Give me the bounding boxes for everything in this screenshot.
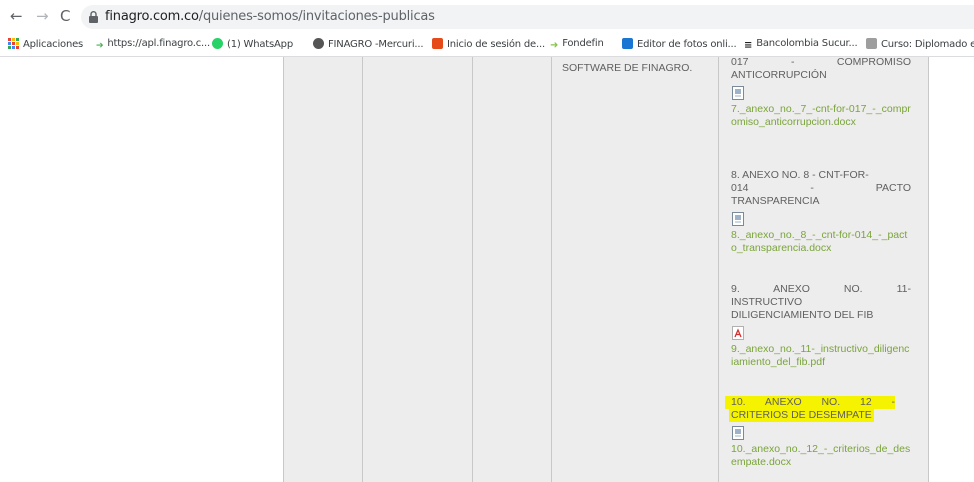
column-divider [718,57,719,482]
apps-grid-icon [8,38,19,49]
annex-item-8: 8. ANEXO No. 8 - CNT-FOR- 014 - PACTO TR… [731,169,911,255]
url-path: /quienes-somos/invitaciones-publicas [198,9,435,24]
annex-item-10: 10. ANEXO No. 12 - CRITERIOS DE DESEMPAT… [725,396,911,469]
column-divider [551,57,552,482]
photo-editor-icon [622,38,633,49]
url-domain: finagro.com.co [105,9,199,24]
url-text: finagro.com.co/quienes-somos/invitacione… [105,9,435,24]
bookmark-label: https://apl.finagro.c... [107,38,210,49]
column-divider [928,57,929,482]
bookmark-whatsapp[interactable]: (1) WhatsApp [212,38,293,50]
bookmark-label: FINAGRO -Mercuri... [328,39,424,50]
bookmark-label: Fondefin [562,38,604,49]
column-divider [283,57,284,482]
bookmark-bancolombia[interactable]: ≡ Bancolombia Sucur... [744,38,858,51]
annex-download-link[interactable]: 10._anexo_no._12_-_criterios_de_desempat… [731,443,911,469]
bookmark-label: (1) WhatsApp [227,39,293,50]
bookmark-photo-editor[interactable]: Editor de fotos onli... [622,38,737,50]
docx-icon [732,426,744,440]
arrow-icon: ➔ [96,41,104,51]
bookmark-label: Aplicaciones [23,39,84,50]
annex-title: 017 - COMPROMISO ANTICORRUPCIÓN [731,56,911,81]
globe-icon [313,38,324,49]
whatsapp-icon [212,38,223,49]
address-bar[interactable]: finagro.com.co/quienes-somos/invitacione… [81,5,974,29]
course-icon [866,38,877,49]
docx-icon [732,86,744,100]
office-icon [432,38,443,49]
column-divider [362,57,363,482]
bookmark-label: Bancolombia Sucur... [756,38,858,49]
lock-icon [89,11,98,23]
bookmarks-bar: Aplicaciones ➔ https://apl.finagro.c... (… [0,35,974,57]
annex-download-link[interactable]: 9._anexo_no._11-_instructivo_diligenciam… [731,343,911,369]
bookmark-apl-finagro[interactable]: ➔ https://apl.finagro.c... [96,38,210,52]
invitations-table: SOFTWARE DE FINAGRO. 017 - COMPROMISO AN… [283,56,929,482]
annex-download-link[interactable]: 8._anexo_no._8_-_cnt-for-014_-_pacto_tra… [731,229,911,255]
annex-item-9: 9. ANEXO No. 11- INSTRUCTIVO DILIGENCIAM… [731,283,911,369]
annex-title: 8. ANEXO No. 8 - CNT-FOR- 014 - PACTO TR… [731,169,911,207]
pdf-icon [732,326,744,340]
docx-icon [732,212,744,226]
back-icon[interactable]: ← [10,9,23,24]
bancolombia-icon: ≡ [744,40,753,51]
annex-item-7: 017 - COMPROMISO ANTICORRUPCIÓN 7._anexo… [731,56,911,129]
bookmark-label: Editor de fotos onli... [637,39,737,50]
bookmark-label: Curso: Diplomado e... [881,39,974,50]
fondefin-icon: ➜ [550,40,559,51]
reload-icon[interactable]: C [60,9,70,24]
browser-toolbar: ← → C finagro.com.co/quienes-somos/invit… [0,0,974,33]
annex-title: 9. ANEXO No. 11- INSTRUCTIVO DILIGENCIAM… [731,283,911,321]
bookmark-finagro-mercurio[interactable]: FINAGRO -Mercuri... [313,38,424,50]
bookmark-curso[interactable]: Curso: Diplomado e... [866,38,974,50]
bookmark-office-login[interactable]: Inicio de sesión de... [432,38,545,50]
description-cell: SOFTWARE DE FINAGRO. [562,62,693,74]
bookmark-label: Inicio de sesión de... [447,39,545,50]
column-divider [472,57,473,482]
annex-title-highlighted: 10. ANEXO No. 12 - CRITERIOS DE DESEMPAT… [725,396,911,422]
bookmark-apps[interactable]: Aplicaciones [8,38,83,50]
bookmark-fondefin[interactable]: ➜ Fondefin [550,38,604,51]
forward-icon[interactable]: → [36,9,49,24]
annex-download-link[interactable]: 7._anexo_no._7_-cnt-for-017_-_compromiso… [731,103,911,129]
